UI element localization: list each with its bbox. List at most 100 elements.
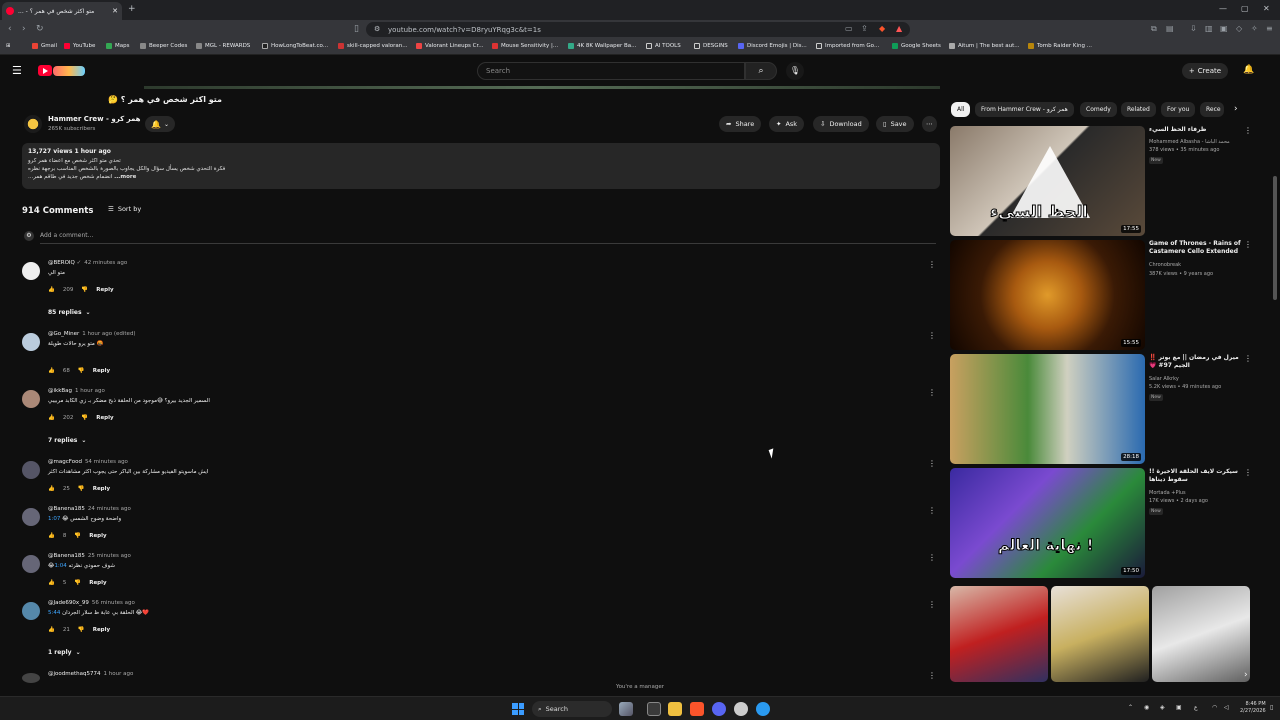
reply-button[interactable]: Reply <box>96 287 113 293</box>
replies-toggle[interactable]: 85 replies ⌄ <box>48 309 91 316</box>
maximize-icon[interactable]: ▢ <box>1241 4 1249 13</box>
save-button[interactable]: ▯ Save <box>876 116 914 132</box>
channel-name[interactable]: Chronobreak <box>1149 262 1181 268</box>
channel-name[interactable]: Mortada +Plus <box>1149 490 1186 496</box>
task-view-icon[interactable] <box>647 702 661 716</box>
forward-icon[interactable]: › <box>22 24 26 34</box>
bookmark-maps[interactable]: Maps <box>106 43 129 49</box>
ask-button[interactable]: ✦ Ask <box>769 116 805 132</box>
commenter-avatar[interactable] <box>22 262 40 280</box>
wallet-icon[interactable]: ▣ <box>1220 24 1228 33</box>
download-button[interactable]: ⇩ Download <box>813 116 869 132</box>
channel-name[interactable]: Mohammed Albasha - محمد الباشا <box>1149 139 1230 145</box>
sort-by-button[interactable]: ☰ Sort by <box>108 205 141 213</box>
commenter-avatar[interactable] <box>22 555 40 573</box>
video-more-icon[interactable]: ⋮ <box>1244 240 1252 249</box>
dislike-icon[interactable]: 👎 <box>78 486 85 492</box>
commenter-avatar[interactable] <box>22 390 40 408</box>
reply-button[interactable]: Reply <box>93 368 110 374</box>
chip-for-you[interactable]: For you <box>1161 102 1196 117</box>
bookmark-tomb-raider[interactable]: Tomb Raider King ... <box>1028 43 1092 49</box>
video-thumbnail[interactable]: 15:55 <box>950 240 1145 350</box>
bookmark-howlongtobeat[interactable]: HowLongToBeat.co... <box>262 43 328 49</box>
comment-author[interactable]: @Jade690x_99 <box>48 600 89 606</box>
apps-icon[interactable]: ⊞ <box>6 43 11 49</box>
comment-more-icon[interactable]: ⋮ <box>928 331 936 340</box>
comment-time[interactable]: 24 minutes ago <box>88 506 131 512</box>
close-tab-icon[interactable]: ✕ <box>112 7 118 15</box>
leo-icon[interactable]: ✧ <box>1251 24 1258 33</box>
install-icon[interactable]: ▭ <box>845 24 853 33</box>
more-link[interactable]: ...more <box>114 174 136 180</box>
bookmark-folder-imported[interactable]: Imported from Go... <box>816 43 879 49</box>
vpn-icon[interactable]: ◇ <box>1236 24 1242 33</box>
short-thumbnail[interactable] <box>1152 586 1250 682</box>
rewards-icon[interactable]: ▲ <box>896 24 902 33</box>
video-thumbnail[interactable]: نهاية العالم ! 17:50 <box>950 468 1145 578</box>
brave-browser-icon[interactable] <box>690 702 704 716</box>
description-box[interactable]: 13,727 views 1 hour ago تحدي متو اكثر شخ… <box>22 143 940 189</box>
site-info-icon[interactable]: ⚙ <box>374 25 380 33</box>
tray-app-icon[interactable]: ◉ <box>1144 704 1149 711</box>
telegram-icon[interactable] <box>756 702 770 716</box>
close-window-icon[interactable]: ✕ <box>1263 4 1270 13</box>
tray-app-icon[interactable]: ▣ <box>1176 704 1182 711</box>
bookmark-gmail[interactable]: Gmail <box>32 43 57 49</box>
video-more-icon[interactable]: ⋮ <box>1244 354 1252 363</box>
timestamp-link[interactable]: 5:44 <box>48 610 60 616</box>
bookmark-4k-wallpaper[interactable]: 4K 8K Wallpaper Ba... <box>568 43 636 49</box>
comment-time[interactable]: 54 minutes ago <box>85 459 128 465</box>
discord-icon[interactable] <box>712 702 726 716</box>
subscribed-button[interactable]: 🔔 ⌄ <box>145 116 175 132</box>
bookmark-google-sheets[interactable]: Google Sheets <box>892 43 941 49</box>
bookmark-folder-desgins[interactable]: DESGINS <box>694 43 728 49</box>
comment-author[interactable]: @joodmethaq5774 <box>48 671 101 677</box>
dislike-icon[interactable]: 👎 <box>78 627 85 633</box>
video-thumbnail[interactable]: الحظ السيء 17:55 <box>950 126 1145 236</box>
replies-toggle[interactable]: 1 reply ⌄ <box>48 649 81 656</box>
volume-icon[interactable]: ◁ <box>1224 704 1229 711</box>
tray-app-icon[interactable]: ◈ <box>1160 704 1165 711</box>
menu-icon[interactable]: ≡ <box>1266 24 1273 33</box>
like-icon[interactable]: 👍 <box>48 533 55 539</box>
short-thumbnail[interactable] <box>1051 586 1149 682</box>
app-icon[interactable] <box>734 702 748 716</box>
comment-more-icon[interactable]: ⋮ <box>928 553 936 562</box>
chip-related[interactable]: Related <box>1121 102 1156 117</box>
channel-name[interactable]: Hammer Crew - همر كرو <box>48 115 141 123</box>
replies-toggle[interactable]: 7 replies ⌄ <box>48 437 86 444</box>
comment-more-icon[interactable]: ⋮ <box>928 260 936 269</box>
comment-more-icon[interactable]: ⋮ <box>928 600 936 609</box>
tray-chevron-icon[interactable]: ⌃ <box>1128 704 1133 711</box>
share-button[interactable]: ➦ Share <box>719 116 762 132</box>
search-input[interactable]: Search <box>477 62 745 80</box>
notification-center-icon[interactable]: ▯ <box>1270 704 1273 711</box>
reading-list-icon[interactable]: ▥ <box>1205 24 1213 33</box>
chip-from-channel[interactable]: From Hammer Crew - همر كرو <box>975 102 1074 117</box>
like-icon[interactable]: 👍 <box>48 287 55 293</box>
comment-more-icon[interactable]: ⋮ <box>928 388 936 397</box>
voice-search-button[interactable]: 🎙 <box>786 62 804 80</box>
like-icon[interactable]: 👍 <box>48 580 55 586</box>
file-explorer-icon[interactable] <box>668 702 682 716</box>
dislike-icon[interactable]: 👎 <box>81 415 88 421</box>
notifications-icon[interactable]: 🔔 <box>1243 65 1254 75</box>
reload-icon[interactable]: ↻ <box>36 24 44 34</box>
bookmark-discord-emojis[interactable]: Discord Emojis | Dis... <box>738 43 807 49</box>
browser-tab[interactable]: متو اكثر شخص في همر ؟ - ... ✕ <box>2 2 122 20</box>
bookmark-valorant-lineups[interactable]: Valorant Lineups Cr... <box>416 43 484 49</box>
reply-button[interactable]: Reply <box>89 533 106 539</box>
video-thumbnail[interactable]: 28:18 <box>950 354 1145 464</box>
bookmark-youtube[interactable]: YouTube <box>64 43 95 49</box>
comment-time[interactable]: 1 hour ago <box>75 388 105 394</box>
taskbar-search[interactable]: ⌕ Search <box>532 701 612 717</box>
comment-more-icon[interactable]: ⋮ <box>928 506 936 515</box>
comment-time[interactable]: 1 hour ago (edited) <box>82 331 135 337</box>
chip-all[interactable]: All <box>951 102 971 117</box>
hamburger-menu-icon[interactable]: ☰ <box>12 65 23 76</box>
brave-shield-icon[interactable]: ◆ <box>879 24 885 33</box>
reply-button[interactable]: Reply <box>96 415 113 421</box>
video-more-icon[interactable]: ⋮ <box>1244 126 1252 135</box>
downloads-icon[interactable]: ⇩ <box>1190 24 1197 33</box>
comment-author[interactable]: @Go_Miner <box>48 331 79 337</box>
